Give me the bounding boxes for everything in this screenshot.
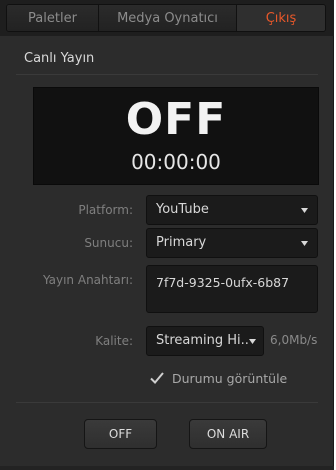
panel-bottom-edge [0, 466, 334, 470]
bitrate-readout: 6,0Mb/s [270, 333, 318, 347]
divider [16, 74, 318, 75]
stream-key-label: Yayın Anahtarı: [42, 273, 133, 287]
checkmark-icon [148, 370, 166, 386]
tab-palettes[interactable]: Paletler [7, 5, 99, 31]
chevron-down-icon [248, 327, 256, 355]
server-dropdown[interactable]: Primary [146, 228, 318, 258]
stream-duration: 00:00:00 [131, 150, 221, 174]
stream-status-display: OFF 00:00:00 [33, 87, 319, 185]
platform-value: YouTube [156, 202, 209, 217]
server-label: Sunucu: [84, 236, 133, 250]
stream-key-field[interactable]: 7f7d-9325-0ufx-6b87 [146, 265, 318, 313]
platform-label: Platform: [78, 203, 133, 217]
tab-media-player[interactable]: Medya Oynatıcı [99, 5, 237, 31]
off-button[interactable]: OFF [84, 419, 157, 449]
quality-value: Streaming Hi... [156, 333, 254, 348]
tab-bar: Paletler Medya Oynatıcı Çıkış [0, 0, 334, 36]
tab-output[interactable]: Çıkış [237, 5, 325, 31]
stream-status-text: OFF [125, 94, 227, 145]
quality-dropdown[interactable]: Streaming Hi... [146, 326, 264, 356]
on-air-button[interactable]: ON AIR [189, 419, 267, 449]
divider [16, 402, 318, 403]
chevron-down-icon [300, 229, 308, 257]
output-panel: Paletler Medya Oynatıcı Çıkış Canlı Yayı… [0, 0, 334, 470]
show-status-checkbox[interactable]: Durumu görüntüle [148, 369, 287, 387]
server-value: Primary [156, 235, 207, 250]
quality-label: Kalite: [95, 334, 133, 348]
platform-dropdown[interactable]: YouTube [146, 195, 318, 225]
tab-group: Paletler Medya Oynatıcı Çıkış [6, 4, 326, 32]
section-title: Canlı Yayın [24, 51, 95, 66]
show-status-label: Durumu görüntüle [172, 370, 288, 386]
chevron-down-icon [300, 196, 308, 224]
